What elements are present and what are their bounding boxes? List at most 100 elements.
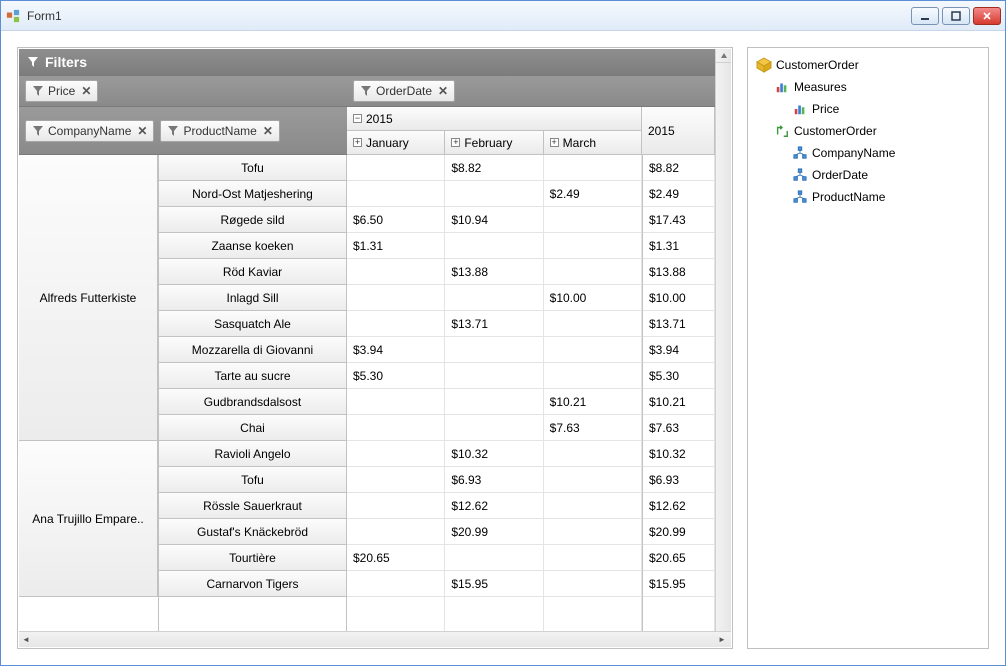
data-cell[interactable] <box>445 545 542 571</box>
row-header-product[interactable]: Röd Kaviar <box>159 259 346 285</box>
field-chip-orderdate[interactable]: OrderDate ✕ <box>353 80 455 102</box>
tree-dimension-item[interactable]: OrderDate <box>790 164 982 186</box>
tree-dimension-item[interactable]: CompanyName <box>790 142 982 164</box>
data-cell[interactable] <box>544 545 641 571</box>
column-header-year-total[interactable]: 2015 <box>642 107 715 155</box>
titlebar[interactable]: Form1 <box>1 1 1005 31</box>
total-cell[interactable]: $6.93 <box>643 467 714 493</box>
data-cell[interactable] <box>544 207 641 233</box>
data-cell[interactable]: $20.65 <box>347 545 444 571</box>
total-cell[interactable]: $20.99 <box>643 519 714 545</box>
data-cell[interactable] <box>544 493 641 519</box>
data-cell[interactable] <box>544 233 641 259</box>
data-cell[interactable] <box>445 389 542 415</box>
tree-measure-item[interactable]: Price <box>790 98 982 120</box>
field-chip-productname[interactable]: ProductName ✕ <box>160 120 279 142</box>
data-cell[interactable]: $20.99 <box>445 519 542 545</box>
data-cell[interactable]: $1.31 <box>347 233 444 259</box>
data-cell[interactable] <box>544 311 641 337</box>
close-icon[interactable]: ✕ <box>137 124 147 138</box>
field-chip-price[interactable]: Price ✕ <box>25 80 98 102</box>
row-header-product[interactable]: Nord-Ost Matjeshering <box>159 181 346 207</box>
column-header-month[interactable]: +February <box>445 131 543 155</box>
column-header-month[interactable]: +March <box>544 131 642 155</box>
expand-icon[interactable]: + <box>451 138 460 147</box>
row-header-product[interactable]: Tourtière <box>159 545 346 571</box>
data-cell[interactable] <box>544 337 641 363</box>
data-cell[interactable]: $8.82 <box>445 155 542 181</box>
total-cell[interactable]: $10.32 <box>643 441 714 467</box>
data-cell[interactable]: $10.32 <box>445 441 542 467</box>
data-cell[interactable]: $6.93 <box>445 467 542 493</box>
tree-dimension-item[interactable]: ProductName <box>790 186 982 208</box>
total-cell[interactable]: $12.62 <box>643 493 714 519</box>
data-cell[interactable] <box>347 571 444 597</box>
total-cell[interactable]: $3.94 <box>643 337 714 363</box>
tree-dimension-root[interactable]: CustomerOrder <box>772 120 982 142</box>
collapse-icon[interactable]: − <box>353 114 362 123</box>
row-header-product[interactable]: Gustaf's Knäckebröd <box>159 519 346 545</box>
data-cell[interactable]: $13.71 <box>445 311 542 337</box>
total-cell[interactable]: $2.49 <box>643 181 714 207</box>
tree-measures[interactable]: Measures <box>772 76 982 98</box>
data-cell[interactable]: $3.94 <box>347 337 444 363</box>
minimize-button[interactable] <box>911 7 939 25</box>
row-header-product[interactable]: Ravioli Angelo <box>159 441 346 467</box>
data-cell[interactable]: $12.62 <box>445 493 542 519</box>
tree-root[interactable]: CustomerOrder <box>754 54 982 76</box>
total-cell[interactable]: $15.95 <box>643 571 714 597</box>
data-cell[interactable] <box>544 441 641 467</box>
close-button[interactable] <box>973 7 1001 25</box>
row-header-product[interactable]: Tofu <box>159 467 346 493</box>
data-cell[interactable] <box>544 259 641 285</box>
close-icon[interactable]: ✕ <box>81 84 91 98</box>
row-header-product[interactable]: Carnarvon Tigers <box>159 571 346 597</box>
data-cell[interactable] <box>544 467 641 493</box>
total-cell[interactable]: $10.00 <box>643 285 714 311</box>
data-area[interactable]: Price ✕ <box>19 76 347 107</box>
close-icon[interactable]: ✕ <box>438 84 448 98</box>
data-cell[interactable] <box>347 441 444 467</box>
data-cell[interactable] <box>445 181 542 207</box>
row-header-product[interactable]: Tofu <box>159 155 346 181</box>
data-cell[interactable] <box>347 285 444 311</box>
maximize-button[interactable] <box>942 7 970 25</box>
expand-icon[interactable]: + <box>550 138 559 147</box>
row-header-product[interactable]: Rössle Sauerkraut <box>159 493 346 519</box>
column-header-month[interactable]: +January <box>347 131 445 155</box>
total-cell[interactable]: $13.71 <box>643 311 714 337</box>
row-header-product[interactable]: Sasquatch Ale <box>159 311 346 337</box>
data-cell[interactable] <box>347 467 444 493</box>
data-cell[interactable] <box>347 155 444 181</box>
total-cell[interactable]: $20.65 <box>643 545 714 571</box>
data-cell[interactable] <box>544 155 641 181</box>
total-cell[interactable]: $1.31 <box>643 233 714 259</box>
data-cell[interactable] <box>445 233 542 259</box>
data-cell[interactable] <box>347 181 444 207</box>
row-header-product[interactable]: Gudbrandsdalsost <box>159 389 346 415</box>
total-cell[interactable]: $17.43 <box>643 207 714 233</box>
data-cell[interactable] <box>445 363 542 389</box>
row-header-product[interactable]: Chai <box>159 415 346 441</box>
data-cell[interactable] <box>445 337 542 363</box>
data-cell[interactable]: $10.94 <box>445 207 542 233</box>
data-cell[interactable]: $13.88 <box>445 259 542 285</box>
data-cell[interactable] <box>544 363 641 389</box>
data-cell[interactable] <box>445 285 542 311</box>
data-cell[interactable] <box>445 415 542 441</box>
total-cell[interactable]: $8.82 <box>643 155 714 181</box>
vertical-scrollbar[interactable] <box>715 49 731 631</box>
field-chip-companyname[interactable]: CompanyName ✕ <box>25 120 154 142</box>
row-header-product[interactable]: Tarte au sucre <box>159 363 346 389</box>
data-cell[interactable] <box>347 259 444 285</box>
row-header-product[interactable]: Inlagd Sill <box>159 285 346 311</box>
data-cell[interactable] <box>347 415 444 441</box>
data-cell[interactable]: $6.50 <box>347 207 444 233</box>
horizontal-scrollbar[interactable]: ◄ ► <box>19 631 731 647</box>
column-area[interactable]: OrderDate ✕ <box>347 76 715 107</box>
data-cell[interactable]: $15.95 <box>445 571 542 597</box>
row-header-product[interactable]: Mozzarella di Giovanni <box>159 337 346 363</box>
data-cell[interactable] <box>347 311 444 337</box>
data-cell[interactable]: $5.30 <box>347 363 444 389</box>
data-cell[interactable] <box>544 519 641 545</box>
